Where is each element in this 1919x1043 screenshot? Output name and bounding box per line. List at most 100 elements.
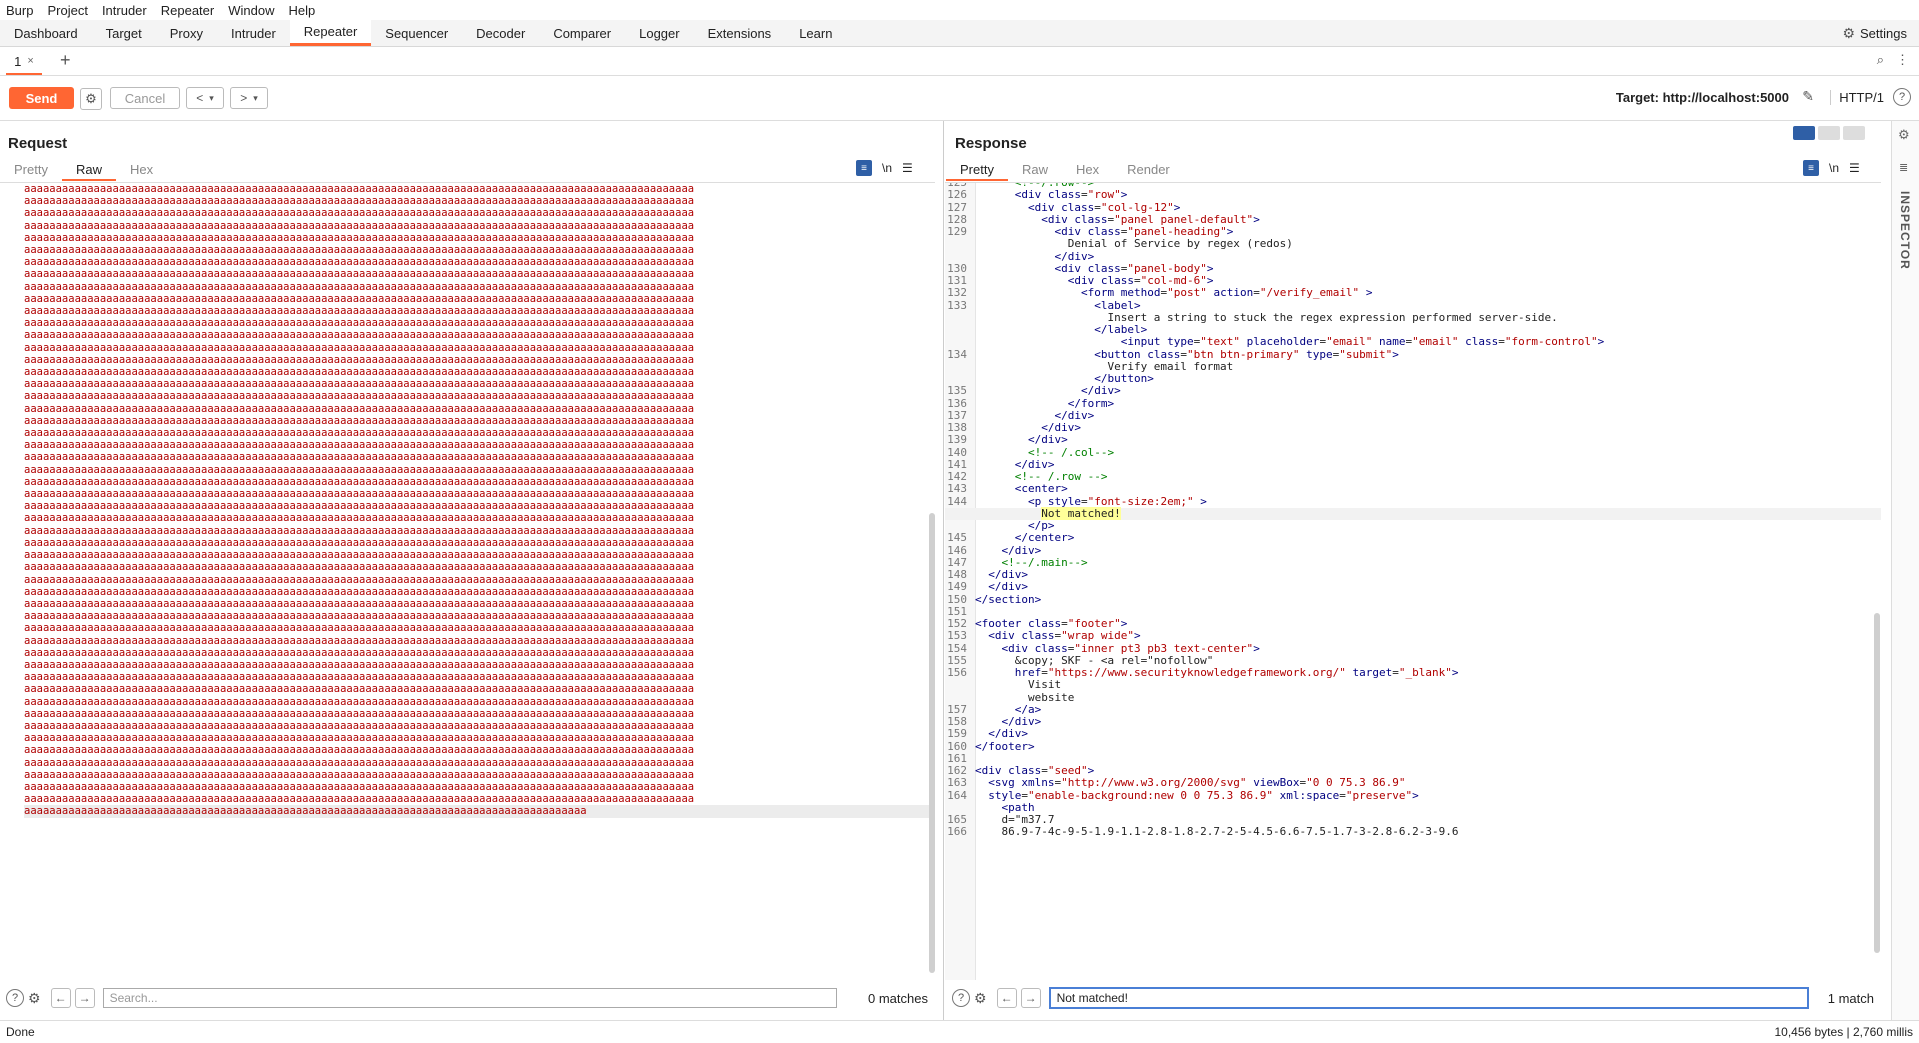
tab-logger[interactable]: Logger: [625, 20, 693, 46]
more-options-icon[interactable]: ⋮: [1896, 52, 1909, 68]
wrap-lines-icon[interactable]: ≡: [856, 160, 872, 176]
previous-match-arrow-icon[interactable]: ←: [996, 988, 1017, 1008]
cancel-button[interactable]: Cancel: [110, 87, 180, 109]
response-tab-render[interactable]: Render: [1113, 159, 1184, 179]
pane-divider[interactable]: [943, 121, 944, 1021]
response-tab-raw[interactable]: Raw: [1008, 159, 1062, 179]
show-newlines-icon[interactable]: \n: [882, 161, 892, 175]
edit-target-pencil-icon[interactable]: ✎: [1802, 88, 1814, 105]
request-scrollbar[interactable]: [929, 513, 935, 973]
request-body-line: aaaaaaaaaaaaaaaaaaaaaaaaaaaaaaaaaaaaaaaa…: [24, 475, 695, 488]
add-tab-icon[interactable]: +: [60, 50, 71, 71]
tab-decoder[interactable]: Decoder: [462, 20, 539, 46]
menu-item-burp[interactable]: Burp: [6, 3, 33, 18]
repeater-tab-1[interactable]: 1 ×: [6, 49, 42, 75]
line-number: 129: [947, 225, 967, 238]
settings-button[interactable]: ⚙ Settings: [1842, 20, 1907, 46]
line-number: 145: [947, 531, 967, 545]
response-code: </a>: [1014, 702, 1042, 716]
gear-icon[interactable]: ⚙: [974, 990, 987, 1007]
line-number: [945, 361, 975, 373]
repeater-tab-label: 1: [14, 53, 22, 69]
list-icon[interactable]: ≣: [1899, 161, 1908, 174]
request-body-line: aaaaaaaaaaaaaaaaaaaaaaaaaaaaaaaaaaaaaaaa…: [24, 524, 695, 537]
gear-icon[interactable]: ⚙: [1898, 127, 1910, 143]
line-number: 163: [947, 776, 967, 790]
show-newlines-icon[interactable]: \n: [1829, 161, 1839, 175]
line-number: 166: [947, 825, 967, 839]
request-tab-pretty[interactable]: Pretty: [0, 159, 62, 179]
next-match-arrow-icon[interactable]: →: [74, 988, 95, 1008]
side-by-side-layout-icon[interactable]: [1793, 126, 1815, 140]
help-icon[interactable]: ?: [1893, 88, 1911, 106]
response-line: 164 style="enable-background:new 0 0 75.…: [945, 788, 1881, 802]
tab-target[interactable]: Target: [92, 20, 156, 46]
send-options-gear-icon[interactable]: ⚙: [80, 88, 102, 110]
request-body-line: aaaaaaaaaaaaaaaaaaaaaaaaaaaaaaaaaaaaaaaa…: [24, 695, 695, 708]
search-icon[interactable]: ⌕: [1877, 52, 1884, 68]
history-back-button[interactable]: < ▾: [186, 87, 224, 109]
request-body-line: aaaaaaaaaaaaaaaaaaaaaaaaaaaaaaaaaaaaaaaa…: [24, 683, 695, 696]
repeater-toolbar: Send ⚙ Cancel < ▾ > ▾ Target: http://local…: [0, 76, 1919, 121]
menu-item-help[interactable]: Help: [288, 3, 315, 18]
tabbed-layout-icon[interactable]: [1843, 126, 1865, 140]
request-title: Request: [8, 135, 68, 152]
request-body-line: aaaaaaaaaaaaaaaaaaaaaaaaaaaaaaaaaaaaaaaa…: [24, 463, 695, 476]
tab-learn[interactable]: Learn: [785, 20, 846, 46]
line-number: 149: [947, 580, 967, 594]
history-forward-button[interactable]: > ▾: [230, 87, 268, 109]
inspector-label[interactable]: INSPECTOR: [1898, 191, 1912, 270]
tab-proxy[interactable]: Proxy: [156, 20, 217, 46]
inspector-panel[interactable]: ⚙ ≣ INSPECTOR: [1891, 121, 1919, 1021]
menu-icon[interactable]: ☰: [902, 161, 913, 175]
tab-intruder[interactable]: Intruder: [217, 20, 290, 46]
response-code: </div>: [1041, 421, 1081, 434]
request-body-line: aaaaaaaaaaaaaaaaaaaaaaaaaaaaaaaaaaaaaaaa…: [24, 805, 935, 818]
next-match-arrow-icon[interactable]: →: [1020, 988, 1041, 1008]
tab-extensions[interactable]: Extensions: [694, 20, 786, 46]
response-line: 150 </section>: [945, 593, 1881, 606]
request-tab-hex[interactable]: Hex: [116, 159, 167, 179]
tab-dashboard[interactable]: Dashboard: [0, 20, 92, 46]
response-title: Response: [955, 135, 1027, 152]
request-body-line: aaaaaaaaaaaaaaaaaaaaaaaaaaaaaaaaaaaaaaaa…: [24, 500, 695, 513]
tab-comparer[interactable]: Comparer: [539, 20, 625, 46]
request-search-input[interactable]: Search...: [102, 988, 837, 1008]
previous-match-arrow-icon[interactable]: ←: [50, 988, 71, 1008]
menu-icon[interactable]: ☰: [1849, 161, 1860, 175]
stacked-layout-icon[interactable]: [1818, 126, 1840, 140]
tab-sequencer[interactable]: Sequencer: [371, 20, 462, 46]
response-line: Not matched!: [945, 506, 1881, 520]
close-icon[interactable]: ×: [27, 55, 33, 67]
response-body[interactable]: 125 <!--/.row--> 126 <div class="row"> 127…: [945, 183, 1881, 839]
wrap-lines-icon[interactable]: ≡: [1803, 160, 1819, 176]
response-tab-pretty[interactable]: Pretty: [946, 159, 1008, 181]
response-scrollbar[interactable]: [1874, 613, 1880, 953]
help-icon[interactable]: ?: [6, 989, 24, 1007]
gear-icon: ⚙: [1842, 24, 1856, 41]
response-editor[interactable]: 125 <!--/.row--> 126 <div class="row"> 127…: [945, 182, 1881, 980]
response-line: 159 </div>: [945, 727, 1881, 740]
line-number: [945, 238, 975, 250]
response-search-input[interactable]: Not matched!: [1048, 987, 1809, 1009]
help-icon[interactable]: ?: [952, 989, 970, 1007]
menu-item-intruder[interactable]: Intruder: [102, 3, 147, 18]
request-body-line: aaaaaaaaaaaaaaaaaaaaaaaaaaaaaaaaaaaaaaaa…: [24, 744, 695, 757]
request-body-line: aaaaaaaaaaaaaaaaaaaaaaaaaaaaaaaaaaaaaaaa…: [24, 610, 695, 623]
response-tab-hex[interactable]: Hex: [1062, 159, 1113, 179]
send-button[interactable]: Send: [9, 87, 74, 109]
menu-item-window[interactable]: Window: [228, 3, 274, 18]
request-body[interactable]: aaaaaaaaaaaaaaaaaaaaaaaaaaaaaaaaaaaaaaaa…: [0, 183, 935, 818]
tab-repeater[interactable]: Repeater: [289, 20, 372, 46]
response-code: </div>: [1001, 543, 1042, 557]
response-code: 86.9-7-4c-9-5-1.9-1.1-2.8-1.8-2.7-2-5-4.…: [975, 825, 1459, 839]
request-body-line: aaaaaaaaaaaaaaaaaaaaaaaaaaaaaaaaaaaaaaaa…: [24, 366, 695, 379]
request-editor[interactable]: aaaaaaaaaaaaaaaaaaaaaaaaaaaaaaaaaaaaaaaa…: [0, 182, 935, 980]
menu-item-repeater[interactable]: Repeater: [161, 3, 214, 18]
request-tab-raw[interactable]: Raw: [61, 159, 116, 181]
response-code: style="enable-background:new 0 0 75.3 86…: [988, 788, 1419, 802]
http-version-toggle[interactable]: HTTP/1: [1830, 90, 1884, 105]
gear-icon[interactable]: ⚙: [28, 990, 41, 1007]
request-body-line: aaaaaaaaaaaaaaaaaaaaaaaaaaaaaaaaaaaaaaaa…: [24, 244, 695, 257]
menu-item-project[interactable]: Project: [47, 3, 87, 18]
